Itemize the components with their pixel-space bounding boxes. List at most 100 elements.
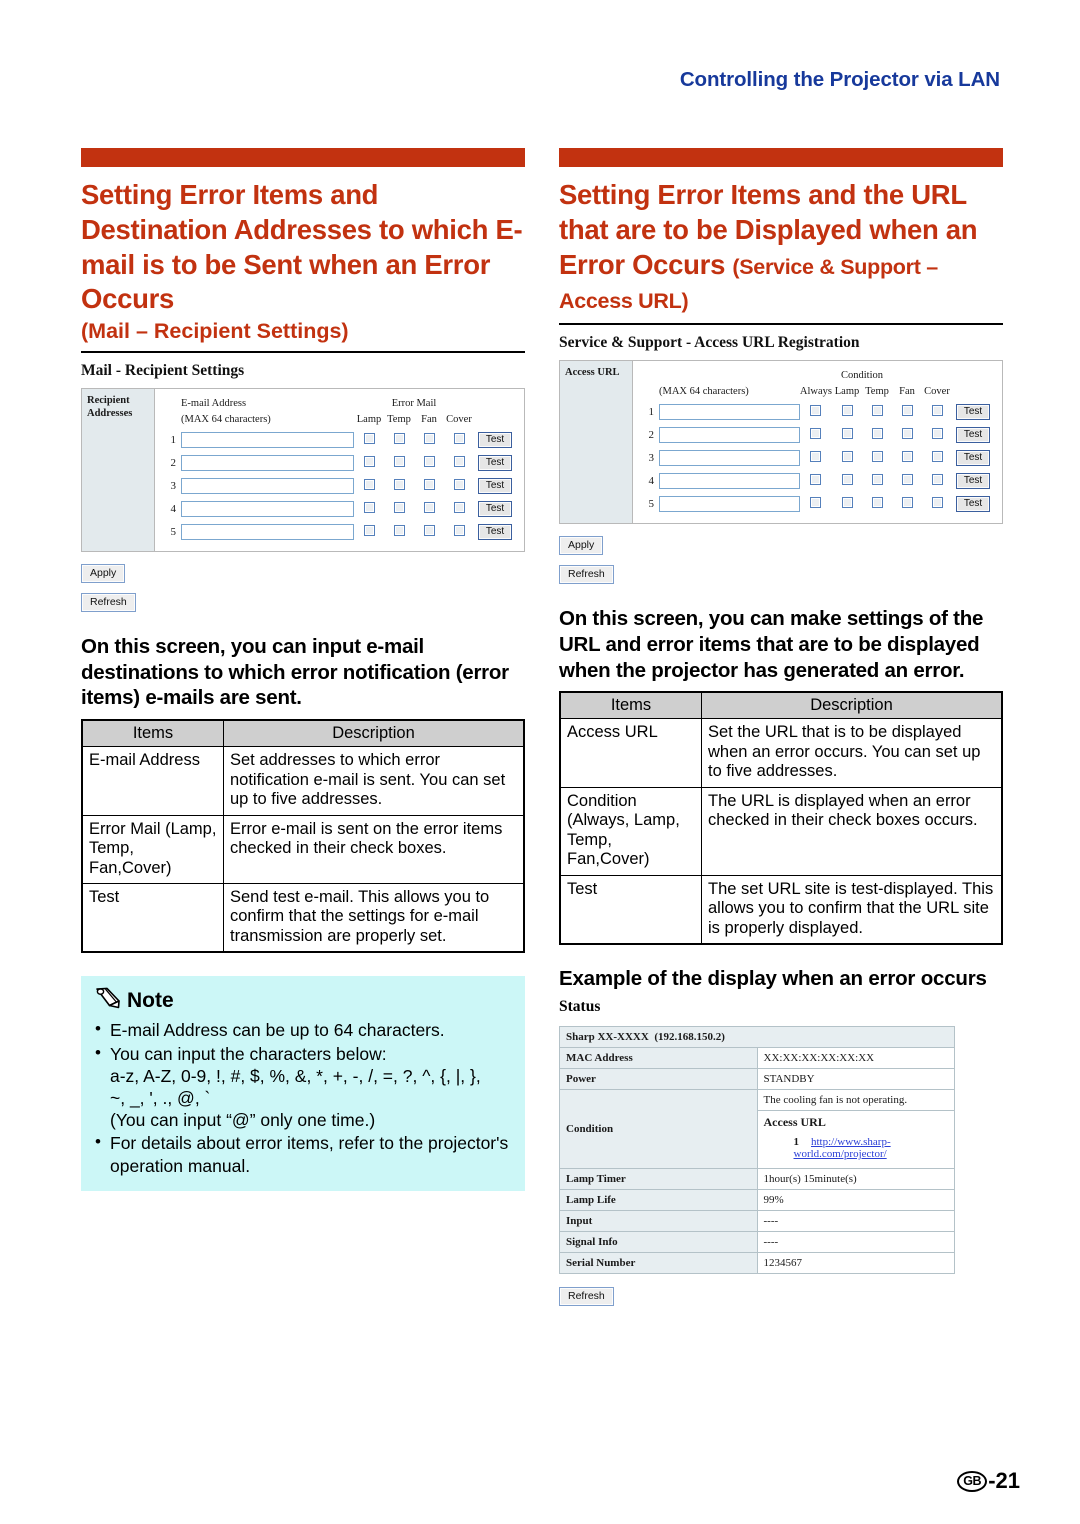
section-accent-bar-left [81, 148, 525, 167]
right-checkbox-temp[interactable] [871, 404, 883, 416]
right-checkbox-temp[interactable] [871, 450, 883, 462]
status-access-url-link[interactable]: http://www.sharp-world.com/projector/ [794, 1136, 891, 1160]
right-checkbox-cover[interactable] [931, 404, 943, 416]
right-checkbox-fan[interactable] [901, 404, 913, 416]
section-accent-bar-right [559, 148, 1003, 167]
right-url-input[interactable] [659, 403, 800, 420]
right-checkbox-always[interactable] [810, 450, 822, 462]
right-checkbox-lamp[interactable] [841, 427, 853, 439]
right-url-input[interactable] [659, 495, 800, 512]
right-apply-button[interactable]: Apply [559, 536, 604, 556]
note-item: You can input the characters below: [93, 1042, 513, 1065]
left-check-col-temp: Temp [387, 414, 411, 425]
left-checkbox-temp[interactable] [393, 478, 405, 490]
left-checkbox-lamp[interactable] [363, 455, 375, 467]
right-check-col-lamp: Lamp [834, 386, 860, 398]
status-value-input: ---- [756, 1209, 955, 1232]
left-refresh-button[interactable]: Refresh [81, 593, 136, 612]
left-test-button[interactable]: Test [477, 454, 513, 471]
right-checkbox-fan[interactable] [901, 427, 913, 439]
right-screenshot-figure: Service & Support - Access URL Registrat… [559, 334, 1003, 585]
left-checkbox-temp[interactable] [393, 524, 405, 536]
left-checkbox-cover[interactable] [453, 432, 465, 444]
left-checkbox-fan[interactable] [423, 432, 435, 444]
left-checkbox-fan[interactable] [423, 524, 435, 536]
right-accessurl-form: Condition (MAX 64 characters) Always Lam… [641, 367, 994, 515]
status-title-row: Sharp XX-XXXX (192.168.150.2) [559, 1025, 955, 1048]
left-checkbox-lamp[interactable] [363, 501, 375, 513]
left-checkbox-cover[interactable] [453, 455, 465, 467]
right-refresh-button[interactable]: Refresh [559, 565, 614, 585]
left-screenshot-panel: Recipient Addresses E-mail Address Error… [81, 388, 525, 552]
status-value-serial-number: 1234567 [756, 1251, 955, 1274]
left-email-input[interactable] [181, 523, 354, 540]
right-description-table: Items Description Access URL Set the URL… [559, 691, 1003, 945]
right-checkbox-cover[interactable] [931, 473, 943, 485]
status-key-power: Power [559, 1067, 758, 1090]
left-group-label: Error Mail [391, 397, 437, 409]
right-checkbox-always[interactable] [810, 404, 822, 416]
right-checkbox-always[interactable] [810, 473, 822, 485]
left-checkbox-fan[interactable] [423, 501, 435, 513]
status-access-url-index: 1 [793, 1135, 800, 1148]
left-checkbox-fan[interactable] [423, 478, 435, 490]
right-checkbox-lamp[interactable] [841, 450, 853, 462]
right-checkbox-cover[interactable] [931, 450, 943, 462]
left-checkbox-lamp[interactable] [363, 524, 375, 536]
right-group-label: Condition [840, 369, 883, 381]
left-apply-button[interactable]: Apply [81, 564, 126, 583]
left-checkbox-temp[interactable] [393, 432, 405, 444]
right-checkbox-lamp[interactable] [841, 473, 853, 485]
right-test-button[interactable]: Test [955, 449, 991, 466]
right-row-index: 3 [648, 451, 655, 464]
left-checkbox-fan[interactable] [423, 455, 435, 467]
right-form-row: 2 Test [641, 423, 994, 446]
left-email-input[interactable] [181, 431, 354, 448]
left-checkbox-temp[interactable] [393, 455, 405, 467]
left-apply-row: Apply [81, 563, 525, 583]
right-url-input[interactable] [659, 449, 800, 466]
left-checkbox-cover[interactable] [453, 501, 465, 513]
note-title: Note [127, 989, 174, 1013]
right-checkbox-temp[interactable] [871, 427, 883, 439]
left-test-button[interactable]: Test [477, 477, 513, 494]
left-test-button[interactable]: Test [477, 500, 513, 517]
note-charset-line-2: ~, _, ', ., @, ` [110, 1088, 211, 1109]
left-test-button[interactable]: Test [477, 431, 513, 448]
left-row-index: 4 [170, 502, 177, 515]
right-checkbox-fan[interactable] [901, 450, 913, 462]
left-checkbox-cover[interactable] [453, 524, 465, 536]
left-test-button[interactable]: Test [477, 523, 513, 540]
right-checkbox-lamp[interactable] [841, 404, 853, 416]
example-heading: Example of the display when an error occ… [559, 966, 987, 990]
left-email-input[interactable] [181, 500, 354, 517]
right-cell-item: Test [559, 874, 702, 945]
right-checkbox-always[interactable] [810, 427, 822, 439]
left-checkbox-lamp[interactable] [363, 432, 375, 444]
right-test-button[interactable]: Test [955, 426, 991, 443]
left-email-input[interactable] [181, 454, 354, 471]
right-url-input[interactable] [659, 426, 800, 443]
right-checkbox-lamp[interactable] [841, 496, 853, 508]
right-test-button[interactable]: Test [955, 403, 991, 420]
status-refresh-button[interactable]: Refresh [559, 1286, 614, 1306]
right-checkbox-temp[interactable] [871, 496, 883, 508]
left-checkbox-lamp[interactable] [363, 478, 375, 490]
right-checkbox-always[interactable] [810, 496, 822, 508]
left-cell-desc: Send test e-mail. This allows you to con… [223, 882, 525, 953]
right-test-button[interactable]: Test [955, 495, 991, 512]
left-checkbox-cover[interactable] [453, 478, 465, 490]
left-checkbox-temp[interactable] [393, 501, 405, 513]
right-checkbox-cover[interactable] [931, 427, 943, 439]
right-checkbox-temp[interactable] [871, 473, 883, 485]
right-checkbox-fan[interactable] [901, 473, 913, 485]
left-email-input[interactable] [181, 477, 354, 494]
right-checkbox-fan[interactable] [901, 496, 913, 508]
right-check-col-fan: Fan [899, 386, 915, 398]
left-screenshot-heading: Mail - Recipient Settings [81, 362, 245, 379]
left-section-title: Setting Error Items and Destination Addr… [81, 179, 523, 315]
right-url-input[interactable] [659, 472, 800, 489]
note-item: E-mail Address can be up to 64 character… [93, 1018, 513, 1041]
right-test-button[interactable]: Test [955, 472, 991, 489]
right-checkbox-cover[interactable] [931, 496, 943, 508]
